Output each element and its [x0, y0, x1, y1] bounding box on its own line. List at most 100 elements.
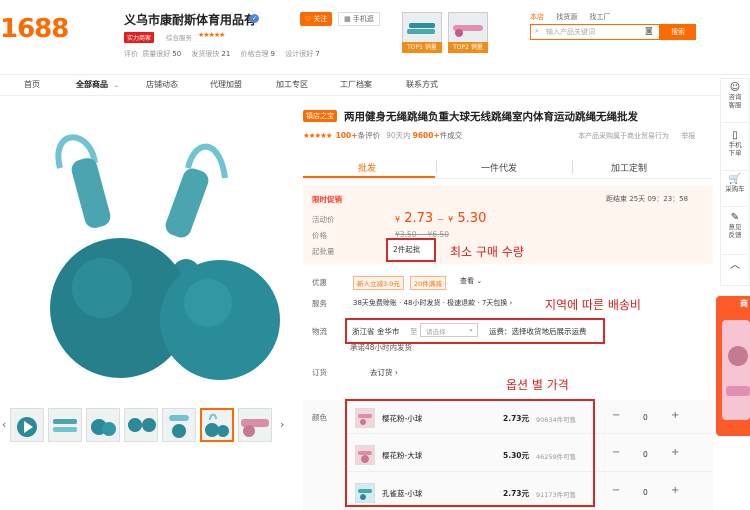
- product-title: 两用健身无绳跳绳负重大球无线跳绳室内体育运动跳绳无绳批发: [344, 111, 638, 123]
- order-label: 订货: [312, 368, 327, 377]
- color-label: 颜色: [312, 413, 327, 422]
- sidebar-divider: [722, 170, 748, 171]
- nav-all-products[interactable]: 全部商品: [76, 79, 108, 90]
- sidebar-divider: [722, 254, 748, 255]
- activity-price: ¥ 2.73 ~ ¥ 5.30: [395, 211, 487, 226]
- ship-promise: 承诺48小时内发货: [350, 343, 413, 352]
- qty-minus-button[interactable]: −: [612, 485, 620, 496]
- tab-active-indicator: [303, 176, 435, 178]
- camera-icon[interactable]: ◙: [645, 26, 653, 35]
- promo-label: 限时促销: [312, 195, 342, 204]
- sidebar-item-service[interactable]: ☺ 咨询 客服: [720, 82, 750, 110]
- tab-baseline: [303, 178, 713, 179]
- store-treasure-tag: 镇店之宝: [303, 110, 337, 122]
- search-placeholder: 输入产品关键词: [546, 28, 595, 36]
- nav-factory[interactable]: 工厂档案: [340, 79, 372, 90]
- annotation-options: 옵션 별 가격: [506, 378, 569, 392]
- ship-from: 浙江省 金华市: [352, 327, 400, 336]
- sidebar-divider: [722, 122, 748, 123]
- nav-agent[interactable]: 代理加盟: [210, 79, 242, 90]
- top2-tag: TOP2 销量: [448, 42, 488, 53]
- destination-placeholder: 请选择: [426, 328, 446, 336]
- follow-button[interactable]: ♡ 关注: [300, 12, 332, 26]
- offers-label: 优惠: [312, 278, 327, 287]
- qty-input[interactable]: 0: [643, 450, 648, 459]
- rating-stars: ★★★★★: [303, 131, 333, 140]
- chevron-up-icon: ︿: [730, 260, 740, 271]
- shop-name[interactable]: 义乌市康耐斯体育用品有: [124, 11, 256, 28]
- annotation-shipping: 지역에 따른 배송비: [545, 298, 641, 312]
- gallery-thumb[interactable]: [48, 408, 82, 442]
- chat-icon: ☺: [729, 82, 741, 93]
- tab-divider: [436, 160, 437, 174]
- sidebar-item-mobile[interactable]: ▯ 手机 下单: [720, 130, 750, 158]
- qty-minus-button[interactable]: −: [612, 410, 620, 421]
- tab-wholesale[interactable]: 批发: [358, 161, 376, 174]
- shop-nav: [0, 74, 750, 96]
- offer-tag[interactable]: 新人立减3.0元: [353, 276, 404, 290]
- nav-processing[interactable]: 加工专区: [276, 79, 308, 90]
- gallery-thumb[interactable]: [86, 408, 120, 442]
- qty-plus-button[interactable]: +: [671, 485, 679, 496]
- rating-row: ★★★★★ 100+条评价 90天内 9600+件成交: [303, 131, 463, 140]
- search-scope-tabs: 本店 找货源 找工厂: [530, 12, 620, 22]
- annotation-moq: 최소 구매 수량: [450, 245, 524, 259]
- search-button[interactable]: 搜索: [660, 24, 696, 40]
- search-tab-factory[interactable]: 找工厂: [589, 13, 610, 21]
- service-label: 服务: [312, 299, 327, 308]
- cart-icon: 🛒: [728, 174, 742, 185]
- gallery-thumb-video[interactable]: [10, 408, 44, 442]
- tab-dropship[interactable]: 一件代发: [481, 161, 517, 174]
- order-link[interactable]: 去订货 ›: [370, 367, 398, 378]
- shop-scores: 评价 质量很好 50 发货很快 21 价格合理 9 设计很好 7: [124, 50, 320, 58]
- gallery-thumb-selected[interactable]: [200, 408, 234, 442]
- search-icon: ⌕: [535, 27, 539, 35]
- price-label: 价格: [312, 231, 327, 240]
- offer-tag[interactable]: 20件满减: [410, 276, 446, 290]
- mobile-shop-button[interactable]: ▦ 手机逛: [338, 12, 380, 26]
- service-stars: ★★★★★: [198, 31, 225, 39]
- qty-plus-button[interactable]: +: [671, 447, 679, 458]
- shipping-fee: 运费：选择收货地后展示运费: [489, 327, 587, 336]
- gallery-thumb[interactable]: [162, 408, 196, 442]
- nav-home[interactable]: 首页: [24, 79, 40, 90]
- sidebar-divider: [722, 206, 748, 207]
- ship-to-label: 至: [410, 327, 418, 336]
- logo[interactable]: 1688: [0, 14, 69, 44]
- edit-icon: ✎: [730, 212, 740, 223]
- nav-shop-news[interactable]: 店铺动态: [146, 79, 178, 90]
- promo-countdown: 距结束 25天 09：23：58: [606, 195, 689, 203]
- sidebar-item-cart[interactable]: 🛒 采购车: [720, 174, 750, 194]
- product-main-image[interactable]: [20, 108, 292, 400]
- back-to-top-button[interactable]: ︿: [720, 260, 750, 271]
- qty-plus-button[interactable]: +: [671, 410, 679, 421]
- gallery-thumb[interactable]: [124, 408, 158, 442]
- qty-input[interactable]: 0: [643, 488, 648, 497]
- service-label: 综合服务: [166, 34, 192, 42]
- chevron-down-icon: ⌄: [114, 82, 120, 89]
- moq-label: 起批量: [312, 247, 335, 256]
- sidebar-item-feedback[interactable]: ✎ 意见 反馈: [720, 212, 750, 240]
- search-tab-source[interactable]: 找货源: [556, 13, 577, 21]
- gallery-thumb[interactable]: [238, 408, 272, 442]
- nav-contact[interactable]: 联系方式: [406, 79, 438, 90]
- qty-minus-button[interactable]: −: [612, 447, 620, 458]
- tab-divider: [572, 160, 573, 174]
- tab-custom[interactable]: 加工定制: [611, 161, 647, 174]
- report-link[interactable]: 举报: [681, 132, 695, 140]
- shipping-label: 物流: [312, 327, 327, 336]
- gallery-next-icon[interactable]: ›: [280, 418, 284, 431]
- moq-value: 2件起批: [393, 245, 421, 254]
- report-row: 本产品采购属于商业贸易行为 举报: [578, 132, 696, 140]
- search-tab-shop[interactable]: 本店: [530, 13, 544, 21]
- side-ad-label: 商: [740, 299, 748, 308]
- qty-input[interactable]: 0: [643, 413, 648, 422]
- verified-icon: ✓: [250, 14, 259, 23]
- service-text[interactable]: 38天免费赊账 · 48小时发货 · 极速退款 · 7天包换 ›: [353, 298, 512, 308]
- phone-icon: ▯: [732, 130, 738, 141]
- side-ad-banner[interactable]: [716, 296, 750, 436]
- power-merchant-badge: 实力商家: [124, 32, 155, 43]
- offers-view-link[interactable]: 查看 ⌄: [460, 276, 482, 286]
- options-highlight: [345, 399, 595, 507]
- gallery-prev-icon[interactable]: ‹: [2, 418, 6, 431]
